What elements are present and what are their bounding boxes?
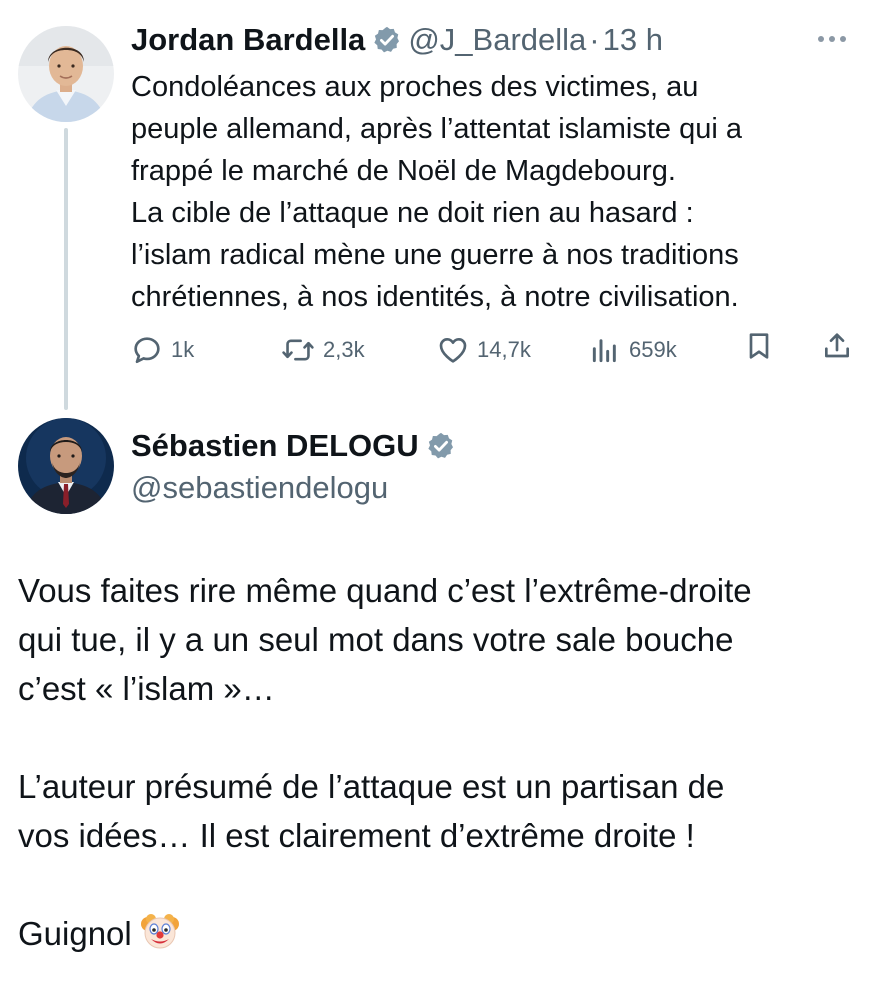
reply-author-handle[interactable]: @sebastiendelogu (131, 470, 388, 506)
tweet-header: Jordan Bardella @J_Bardella · 13 h (131, 22, 663, 58)
avatar-sebastien-delogu[interactable] (18, 418, 114, 514)
reply-text-line: qui tue, il y a un seul mot dans votre s… (18, 621, 734, 658)
tweet-text-line: chrétiennes, à nos identités, à notre ci… (131, 281, 739, 313)
views-button[interactable]: 659k (589, 330, 677, 370)
share-icon (821, 330, 853, 362)
thread-connector-line (64, 128, 68, 410)
reply-text-line: c’est « l’islam »… (18, 670, 275, 707)
author-name[interactable]: Jordan Bardella (131, 22, 365, 58)
header-separator: · (589, 22, 600, 57)
reply-icon (131, 334, 163, 366)
reply-count: 1k (171, 337, 195, 362)
bookmark-button[interactable] (743, 330, 775, 362)
reply-text-line: L’auteur présumé de l’attaque est un par… (18, 768, 725, 805)
reply-author-name[interactable]: Sébastien DELOGU (131, 428, 419, 464)
tweet-text-line: peuple allemand, après l’attentat islami… (131, 113, 742, 145)
reply-header: Sébastien DELOGU (131, 428, 462, 464)
views-count: 659k (629, 337, 677, 362)
reply-closing-word: Guignol (18, 915, 132, 952)
reply-body: Vous faites rire même quand c’est l’extr… (18, 566, 863, 964)
retweet-count: 2,3k (323, 337, 365, 362)
like-button[interactable]: 14,7k (437, 330, 531, 370)
reply-text-line: vos idées… Il est clairement d’extrême d… (18, 817, 695, 854)
author-handle[interactable]: @J_Bardella (408, 22, 586, 58)
retweet-button[interactable]: 2,3k (281, 330, 365, 370)
verified-badge-icon (372, 25, 402, 55)
reply-button[interactable]: 1k (131, 330, 194, 370)
bookmark-icon (743, 330, 775, 362)
reply-closing-line: Guignol (18, 909, 863, 964)
retweet-icon (281, 334, 315, 366)
share-button[interactable] (821, 330, 853, 362)
like-count: 14,7k (477, 337, 531, 362)
avatar-jordan-bardella[interactable] (18, 26, 114, 122)
heart-icon (437, 334, 469, 366)
reply-text-line: Vous faites rire même quand c’est l’extr… (18, 572, 752, 609)
tweet-text-line: La cible de l’attaque ne doit rien au ha… (131, 197, 694, 229)
tweet-text-line: Condoléances aux proches des victimes, a… (131, 71, 699, 103)
more-options-icon[interactable] (818, 36, 846, 42)
analytics-icon (589, 334, 621, 366)
tweet-actions-bar: 1k 2,3k 14,7k 659k (131, 330, 861, 370)
tweet-timestamp[interactable]: 13 h (603, 22, 663, 58)
tweet-text-line: l’islam radical mène une guerre à nos tr… (131, 239, 739, 271)
verified-badge-icon (426, 431, 456, 461)
tweet-text-line: frappé le marché de Noël de Magdebourg. (131, 155, 676, 187)
tweet-body: Condoléances aux proches des victimes, a… (131, 66, 851, 318)
clown-face-emoji-icon (140, 911, 180, 964)
